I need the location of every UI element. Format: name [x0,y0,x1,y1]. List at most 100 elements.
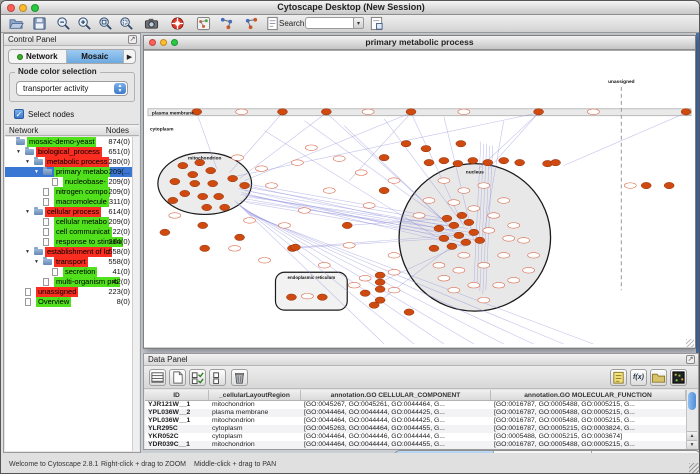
expander-icon[interactable]: ▼ [25,247,30,257]
graph-node-label[interactable] [488,213,500,219]
graph-node-label[interactable] [363,203,375,209]
import-icon[interactable] [650,369,667,386]
column-header[interactable]: ID [145,390,209,400]
zoom-out-icon[interactable] [56,16,71,31]
scroll-up-arrow[interactable]: ▲ [687,431,697,440]
scrollbar-thumb[interactable] [688,392,696,410]
table-row[interactable]: YLR295Ccytoplasm[GO:0045263, GO:0044464,… [145,425,687,433]
graph-node-label[interactable] [388,253,400,259]
graph-node[interactable] [360,290,370,296]
graph-node-label[interactable] [503,236,515,242]
graph-node-label[interactable] [458,109,470,115]
graph-node-label[interactable] [468,282,480,288]
graph-node-label[interactable] [259,258,271,264]
graph-node[interactable] [317,294,327,300]
graph-node-label[interactable] [493,282,505,288]
graph-node[interactable] [483,159,493,165]
help-ring-icon[interactable] [170,16,185,31]
graph-node-label[interactable] [388,287,400,293]
graph-node-label[interactable] [232,155,244,161]
graph-node-label[interactable] [498,253,510,259]
graph-node-label[interactable] [478,183,490,189]
graph-node[interactable] [434,225,444,231]
graph-node[interactable] [499,157,509,163]
graph-node-label[interactable] [508,277,520,283]
network-overview-icon[interactable] [196,16,211,31]
column-header[interactable]: _cellularLayoutRegion [209,390,301,400]
graph-node[interactable] [188,171,198,177]
tree-row[interactable]: ▼primary metabo209(... [5,167,133,177]
graph-node[interactable] [664,182,674,188]
graph-node[interactable] [406,109,416,115]
tab-network[interactable]: Network [9,50,67,63]
tree-row[interactable]: Overview8(0) [5,297,133,307]
graph-node[interactable] [178,162,188,168]
graph-node-label[interactable] [478,262,490,268]
tree-row[interactable]: multi-organism pro42(0) [5,277,133,287]
control-panel-float-icon[interactable]: ↗ [128,35,137,44]
graph-node-label[interactable] [508,223,520,229]
graph-node[interactable] [180,190,190,196]
graph-node[interactable] [228,175,238,181]
graph-node[interactable] [457,212,467,218]
graph-node[interactable] [534,109,544,115]
graph-node-label[interactable] [298,208,310,214]
attribute-grid-icon[interactable] [149,369,166,386]
expander-icon[interactable]: ▼ [16,147,21,157]
column-header[interactable]: annotation.GO CELLULAR_COMPONENT [301,390,491,400]
graph-node-label[interactable] [438,178,450,184]
select-nodes-checkbox[interactable]: ✓ [14,109,24,119]
graph-node-label[interactable] [362,109,374,115]
graph-node[interactable] [429,245,439,251]
table-row[interactable]: YKR052Ccytoplasm[GO:0044464, GO:0044446,… [145,433,687,441]
graph-node[interactable] [468,157,478,163]
formula-icon[interactable]: f(x) [630,369,647,386]
graph-node-label[interactable] [388,178,400,184]
tree-row[interactable]: ▼establishment of lo558(0) [5,247,133,257]
graph-node-label[interactable] [587,109,599,115]
data-panel-float-icon[interactable]: ↗ [686,355,695,364]
tree-row[interactable]: nucleobase-209(0) [5,177,133,187]
graph-node-label[interactable] [458,188,470,194]
tree-row[interactable]: cell communicat22(0) [5,227,133,237]
graph-node-label[interactable] [448,200,460,206]
node-color-dropdown[interactable]: transporter activity ▲▼ [16,81,128,96]
graph-node-label[interactable] [448,287,460,293]
graph-node[interactable] [681,109,691,115]
graph-node[interactable] [461,239,471,245]
graph-node-label[interactable] [229,246,241,252]
graph-node-label[interactable] [453,267,465,273]
zoom-selected-icon[interactable] [119,16,134,31]
graph-node-label[interactable] [624,183,636,189]
expander-icon[interactable]: ▼ [25,207,30,217]
graph-node[interactable] [240,182,250,188]
attribute-table[interactable]: ID_cellularLayoutRegionannotation.GO CEL… [145,390,687,449]
graph-node-label[interactable] [483,228,495,234]
expander-icon[interactable]: ▼ [25,157,30,167]
advanced-search-icon[interactable] [369,16,384,31]
graph-node[interactable] [375,272,385,278]
plasma-membrane-bar[interactable] [148,109,691,116]
annotation-icon[interactable] [265,16,280,31]
select-nodes-checkbox-row[interactable]: ✓ Select nodes [14,108,74,120]
snapshot-camera-icon[interactable] [144,16,159,31]
tab-overflow-arrow[interactable]: ▶ [124,50,135,63]
tab-mosaic[interactable]: Mosaic [67,50,125,63]
graph-node[interactable] [551,159,561,165]
network-view-titlebar[interactable]: primary metabolic process [144,36,695,50]
graph-node[interactable] [404,309,414,315]
graph-node[interactable] [379,154,389,160]
graph-node[interactable] [421,145,431,151]
tree-scrollbar[interactable] [132,137,139,451]
tree-row[interactable]: nitrogen compo209(0) [5,187,133,197]
graph-node[interactable] [190,180,200,186]
frame-resize-grip[interactable] [686,339,694,347]
graph-node[interactable] [449,222,459,228]
graph-node-label[interactable] [518,238,530,244]
zoom-fit-icon[interactable] [98,16,113,31]
graph-node[interactable] [439,235,449,241]
table-row[interactable]: YPL036W__2plasma membrane[GO:0044464, GO… [145,409,687,417]
expander-icon[interactable]: ▼ [34,257,39,267]
graph-node-label[interactable] [359,275,371,281]
graph-node[interactable] [369,302,379,308]
